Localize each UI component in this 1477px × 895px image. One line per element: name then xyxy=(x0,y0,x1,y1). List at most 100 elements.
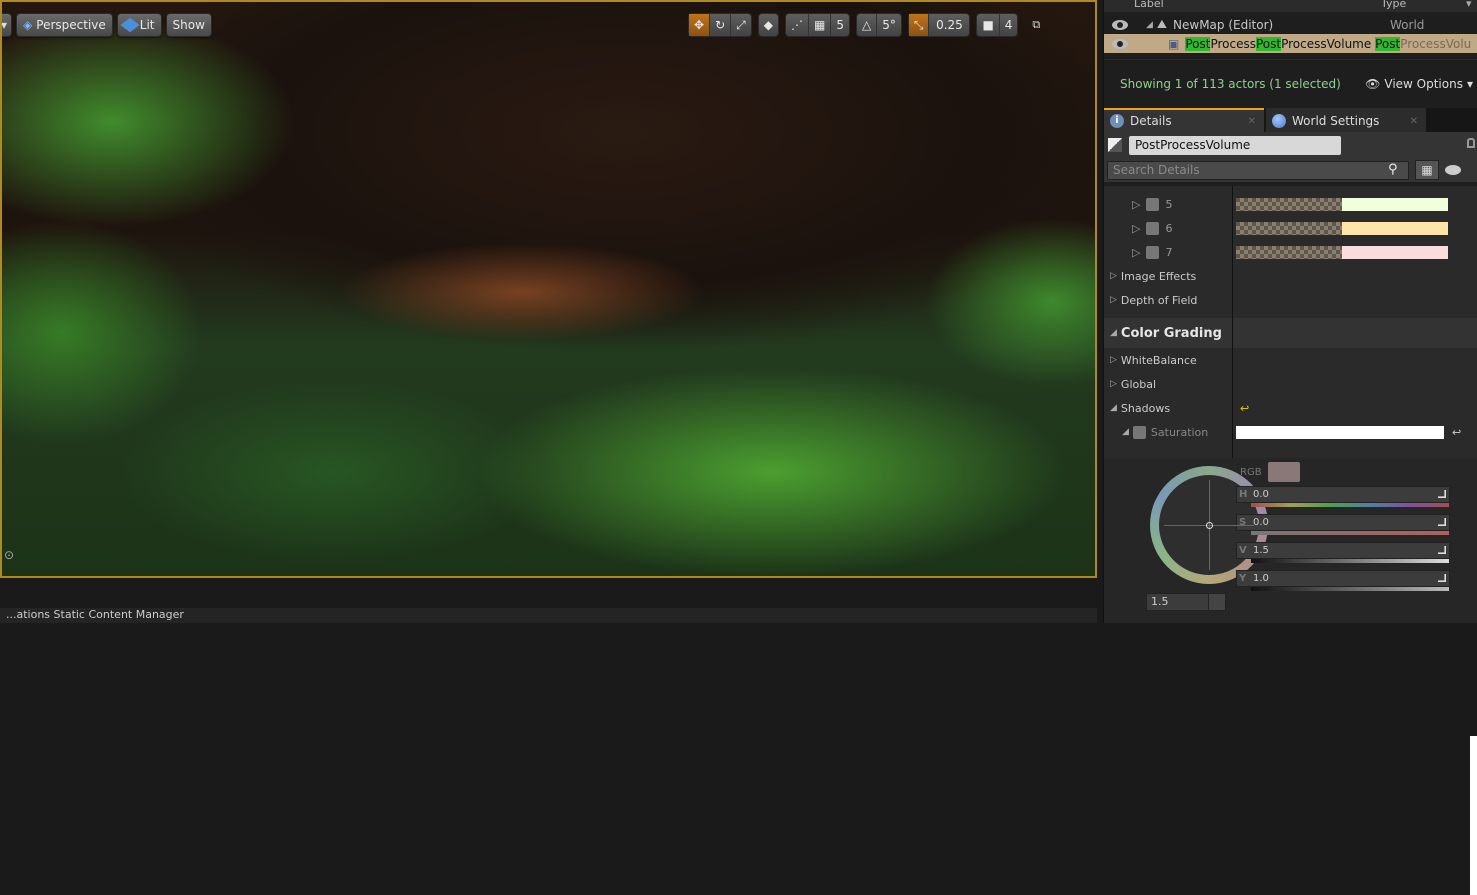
rotation-snap-icon[interactable]: △ xyxy=(857,14,878,36)
collapse-triangle-icon[interactable]: ◢ xyxy=(1110,328,1117,338)
rotate-mode-icon[interactable]: ↻ xyxy=(710,14,732,36)
visibility-eye-icon[interactable] xyxy=(1112,19,1128,30)
maximize-viewport-icon[interactable]: ⧉ xyxy=(1032,18,1040,32)
indexed-color-row-7[interactable]: ▷ 7 xyxy=(1104,240,1477,264)
color-wheel-picker: 1.5 RGB H 0.0 S 0.0 V 1.5 Y 1.0 xyxy=(1104,458,1477,895)
object-name-row xyxy=(1104,132,1477,158)
indexed-color-row-5[interactable]: ▷ 5 xyxy=(1104,192,1477,216)
scale-snap-value[interactable]: 0.25 xyxy=(929,14,969,36)
view-options-button[interactable]: 👁 View Options ▾ xyxy=(1365,77,1473,91)
color-swatch[interactable] xyxy=(1236,221,1448,235)
slider-v[interactable]: V 1.5 xyxy=(1236,542,1450,563)
reset-to-default-icon[interactable]: ↩ xyxy=(1240,402,1249,415)
checkbox[interactable] xyxy=(1146,221,1160,235)
grid-snap-value[interactable]: 5 xyxy=(831,14,849,36)
scale-snap-icon[interactable]: ⤡ xyxy=(908,14,930,36)
viewport-options-dropdown[interactable]: ▾ xyxy=(1,13,13,37)
slider-y[interactable]: Y 1.0 xyxy=(1236,570,1450,591)
camera-speed-icon[interactable]: ■ xyxy=(977,14,1000,36)
color-swatch[interactable] xyxy=(1236,245,1448,259)
section-white-balance[interactable]: ▷ WhiteBalance xyxy=(1104,348,1477,372)
indexed-color-row-6[interactable]: ▷ 6 xyxy=(1104,216,1477,240)
section-global[interactable]: ▷ Global xyxy=(1104,372,1477,396)
outliner-row-world[interactable]: ◢ ⛰ NewMap (Editor) World xyxy=(1104,15,1477,34)
expand-triangle-icon[interactable]: ▷ xyxy=(1110,379,1117,389)
slider-h[interactable]: H 0.0 xyxy=(1236,486,1450,507)
alpha-checker xyxy=(1236,245,1342,259)
collapse-triangle-icon[interactable]: ◢ xyxy=(1146,20,1153,30)
checkbox[interactable] xyxy=(1146,245,1160,259)
scale-mode-icon[interactable]: ⤢ xyxy=(731,14,751,36)
expand-icon[interactable] xyxy=(1438,546,1446,554)
expand-triangle-icon[interactable]: ▷ xyxy=(1110,295,1117,305)
expand-triangle-icon[interactable]: ▷ xyxy=(1110,271,1117,281)
wheel-selector[interactable] xyxy=(1206,522,1213,529)
slider-s[interactable]: S 0.0 xyxy=(1236,514,1450,535)
object-name-field[interactable] xyxy=(1129,135,1341,155)
expand-triangle-icon[interactable]: ▷ xyxy=(1132,246,1140,259)
outliner-row-label: NewMap (Editor) xyxy=(1173,17,1274,32)
section-label: Depth of Field xyxy=(1120,293,1198,307)
rotation-snap-value[interactable]: 5° xyxy=(877,14,901,36)
tab-world-settings[interactable]: World Settings ✕ xyxy=(1266,108,1426,132)
chevron-down-icon[interactable]: ▾ xyxy=(1466,0,1472,10)
collapse-triangle-icon[interactable]: ◢ xyxy=(1122,427,1129,437)
override-checkbox[interactable] xyxy=(1132,425,1146,439)
camera-speed-value[interactable]: 4 xyxy=(1000,14,1018,36)
lit-button[interactable]: Lit xyxy=(116,13,162,37)
search-highlight: Post xyxy=(1255,36,1282,51)
color-solid xyxy=(1342,245,1448,259)
property-matrix-icon[interactable]: ▦ xyxy=(1415,160,1439,180)
translate-mode-icon[interactable]: ✥ xyxy=(689,14,711,36)
coordinate-system-group: ◆ xyxy=(757,13,779,37)
close-icon[interactable]: ✕ xyxy=(1248,116,1256,127)
outliner-row-postprocess[interactable]: ▣ PostProcessPostProcessVolume PostProce… xyxy=(1104,34,1477,53)
color-solid xyxy=(1342,221,1448,235)
postprocess-volume-icon: ▣ xyxy=(1168,36,1180,51)
wheel-value-field[interactable]: 1.5 xyxy=(1146,593,1216,611)
wheel-value-expand-icon[interactable] xyxy=(1208,593,1226,611)
search-icon[interactable]: ⚲ xyxy=(1388,162,1398,177)
expand-triangle-icon[interactable]: ▷ xyxy=(1110,355,1117,365)
world-coordinates-icon[interactable]: ◆ xyxy=(759,14,778,36)
outliner-header: Label Type ▾ xyxy=(1104,0,1477,12)
slider-value: 1.0 xyxy=(1253,573,1269,584)
expand-icon[interactable] xyxy=(1438,574,1446,582)
checkbox[interactable] xyxy=(1146,197,1160,211)
visibility-filter-eye-icon[interactable] xyxy=(1445,165,1461,175)
expand-triangle-icon[interactable]: ▷ xyxy=(1132,222,1140,235)
close-icon[interactable]: ✕ xyxy=(1410,116,1418,127)
surface-snap-icon[interactable]: ⋰ xyxy=(786,14,809,36)
lock-icon[interactable] xyxy=(1467,138,1475,148)
section-shadows[interactable]: ◢ Shadows ↩ xyxy=(1104,396,1477,420)
transform-mode-group: ✥ ↻ ⤢ xyxy=(688,13,752,37)
expand-triangle-icon[interactable]: ▷ xyxy=(1132,198,1140,211)
chevron-down-icon: ▾ xyxy=(1,18,8,32)
color-swatch[interactable] xyxy=(1236,197,1448,211)
property-saturation[interactable]: ◢ Saturation ↩ xyxy=(1104,420,1477,444)
grid-snap-group: ⋰ ▦ 5 xyxy=(784,13,850,37)
outliner-col-type[interactable]: Type xyxy=(1381,0,1406,10)
luminance-gradient xyxy=(1251,587,1449,591)
show-button[interactable]: Show xyxy=(165,13,212,37)
expand-icon[interactable] xyxy=(1438,518,1446,526)
grid-snap-icon[interactable]: ▦ xyxy=(809,14,832,36)
rgb-color-box[interactable] xyxy=(1267,462,1300,482)
perspective-button[interactable]: ◈ Perspective xyxy=(16,13,113,37)
saturation-color-bar[interactable] xyxy=(1236,425,1444,439)
tab-details[interactable]: i Details ✕ xyxy=(1104,108,1264,132)
section-depth-of-field[interactable]: ▷ Depth of Field xyxy=(1104,288,1477,312)
expand-icon[interactable] xyxy=(1438,490,1446,498)
visibility-eye-icon[interactable] xyxy=(1112,38,1128,49)
search-details-input[interactable] xyxy=(1107,160,1409,180)
outliner-col-label[interactable]: Label xyxy=(1134,0,1164,10)
category-color-grading[interactable]: ◢ Color Grading xyxy=(1104,318,1477,348)
slider-value: 0.0 xyxy=(1253,489,1269,500)
view-options-label: View Options xyxy=(1384,76,1463,91)
category-label: Color Grading xyxy=(1120,325,1222,341)
reset-to-default-icon[interactable]: ↩ xyxy=(1452,426,1461,439)
level-viewport[interactable]: ▾ ◈ Perspective Lit Show ✥ ↻ ⤢ ◆ ⋰ ▦ 5 △… xyxy=(0,0,1097,578)
collapse-triangle-icon[interactable]: ◢ xyxy=(1110,403,1117,413)
eye-icon: 👁 xyxy=(1365,76,1381,91)
section-image-effects[interactable]: ▷ Image Effects xyxy=(1104,264,1477,288)
